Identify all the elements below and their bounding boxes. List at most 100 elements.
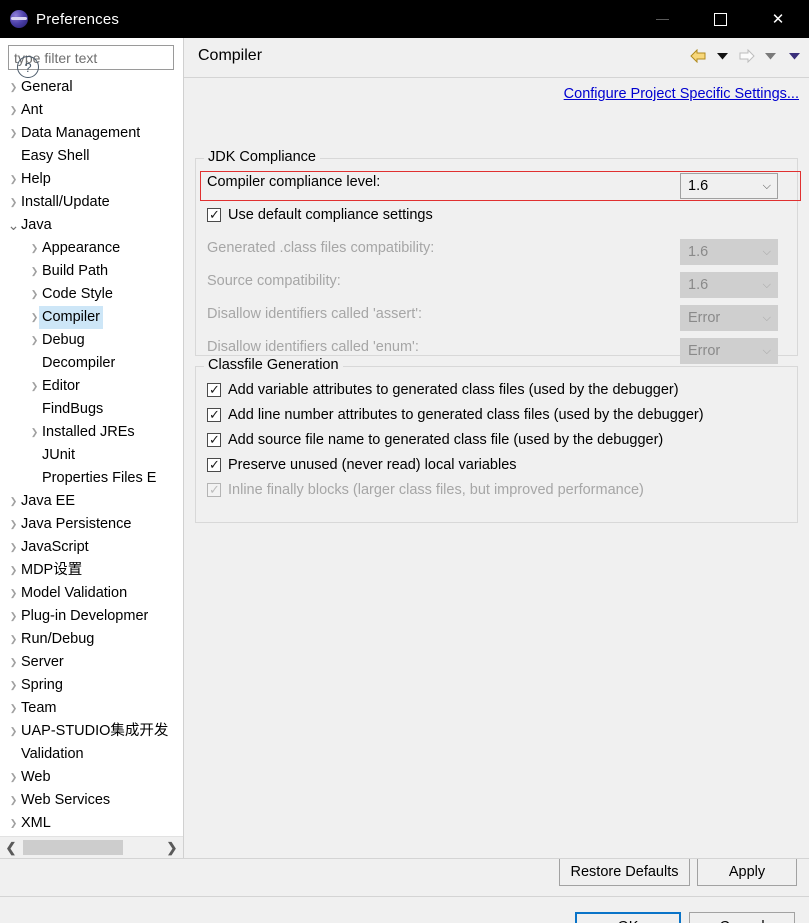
chevron-right-icon[interactable]: ❯ — [6, 605, 21, 628]
chevron-right-icon[interactable]: ❯ — [6, 628, 21, 651]
sidebar-item-compiler[interactable]: ❯ Compiler — [0, 306, 183, 329]
classfile-option-row[interactable]: ✓ Add source file name to generated class… — [207, 427, 663, 452]
sidebar-item-appearance[interactable]: ❯ Appearance — [0, 237, 183, 260]
sidebar-item-mdp[interactable]: ❯ MDP设置 — [0, 559, 183, 582]
help-question-mark-icon[interactable]: ? — [17, 56, 39, 78]
jdk-detail-dropdown: Error ⌵ — [680, 338, 778, 364]
ok-button[interactable]: OK — [575, 912, 681, 923]
sidebar-item-label: MDP设置 — [21, 562, 83, 578]
scroll-left-arrow-icon[interactable]: ❮ — [0, 837, 22, 859]
chevron-right-icon[interactable]: ❯ — [27, 237, 42, 260]
preferences-tree[interactable]: ❯ General ❯ Ant ❯ Data Management Easy Shell ❯ H… — [0, 76, 183, 828]
scrollbar-track[interactable] — [123, 837, 161, 859]
chevron-right-icon[interactable]: ❯ — [6, 674, 21, 697]
compiler-compliance-level-dropdown[interactable]: 1.6 ⌵ — [680, 173, 778, 199]
sidebar-item-installed-jres[interactable]: ❯ Installed JREs — [0, 421, 183, 444]
classfile-option-label: Inline finally blocks (larger class file… — [228, 481, 644, 498]
chevron-right-icon[interactable]: ❯ — [6, 582, 21, 605]
sidebar-item-properties-files-e[interactable]: Properties Files E — [0, 467, 183, 490]
classfile-option-checkbox[interactable]: ✓ — [207, 432, 221, 447]
scrollbar-thumb[interactable] — [23, 840, 123, 855]
classfile-option-row: ✓ Inline finally blocks (larger class fil… — [207, 477, 644, 502]
sidebar-item-label: Validation — [21, 746, 84, 762]
classfile-option-checkbox[interactable]: ✓ — [207, 457, 221, 472]
classfile-option-row[interactable]: ✓ Preserve unused (never read) local vari… — [207, 452, 517, 477]
chevron-right-icon[interactable]: ❯ — [6, 76, 21, 99]
chevron-right-icon[interactable]: ❯ — [6, 99, 21, 122]
chevron-right-icon[interactable]: ❯ — [6, 490, 21, 513]
sidebar-item-web-services[interactable]: ❯ Web Services — [0, 789, 183, 812]
sidebar-item-validation[interactable]: Validation — [0, 743, 183, 766]
back-history-chevron-down-icon[interactable] — [714, 47, 731, 64]
jdk-detail-row: Generated .class files compatibility: 1.6… — [207, 233, 787, 265]
classfile-option-row[interactable]: ✓ Add line number attributes to generated… — [207, 402, 704, 427]
configure-project-specific-settings-link[interactable]: Configure Project Specific Settings... — [564, 86, 799, 102]
sidebar-item-java-persistence[interactable]: ❯ Java Persistence — [0, 513, 183, 536]
sidebar-item-editor[interactable]: ❯ Editor — [0, 375, 183, 398]
sidebar-item-easy-shell[interactable]: Easy Shell — [0, 145, 183, 168]
classfile-option-checkbox[interactable]: ✓ — [207, 382, 221, 397]
sidebar-item-general[interactable]: ❯ General — [0, 76, 183, 99]
forward-history-chevron-down-icon[interactable] — [762, 47, 779, 64]
chevron-right-icon[interactable]: ❯ — [6, 812, 21, 828]
chevron-down-icon[interactable]: ⌄ — [6, 214, 21, 237]
back-arrow-icon[interactable] — [690, 47, 707, 64]
apply-button[interactable]: Apply — [697, 858, 797, 886]
scroll-right-arrow-icon[interactable]: ❯ — [161, 837, 183, 859]
sidebar-item-web[interactable]: ❯ Web — [0, 766, 183, 789]
chevron-right-icon[interactable]: ❯ — [6, 559, 21, 582]
sidebar-item-model-validation[interactable]: ❯ Model Validation — [0, 582, 183, 605]
page-navigation-toolbar[interactable] — [690, 47, 803, 64]
tree-horizontal-scrollbar[interactable]: ❮ ❯ — [0, 836, 183, 858]
chevron-right-icon[interactable]: ❯ — [27, 283, 42, 306]
chevron-right-icon[interactable]: ❯ — [27, 260, 42, 283]
sidebar-item-plug-in-developmer[interactable]: ❯ Plug-in Developmer — [0, 605, 183, 628]
close-icon: ✕ — [771, 10, 785, 28]
cancel-button[interactable]: Cancel — [689, 912, 795, 923]
chevron-right-icon[interactable]: ❯ — [6, 513, 21, 536]
minimize-button[interactable] — [639, 0, 685, 38]
classfile-option-checkbox[interactable]: ✓ — [207, 407, 221, 422]
chevron-right-icon[interactable]: ❯ — [6, 168, 21, 191]
chevron-right-icon[interactable]: ❯ — [27, 329, 42, 352]
sidebar-item-java-ee[interactable]: ❯ Java EE — [0, 490, 183, 513]
sidebar-item-spring[interactable]: ❯ Spring — [0, 674, 183, 697]
chevron-right-icon[interactable]: ❯ — [6, 122, 21, 145]
checkmark-icon: ✓ — [209, 481, 220, 497]
chevron-right-icon[interactable]: ❯ — [27, 421, 42, 444]
sidebar-item-findbugs[interactable]: FindBugs — [0, 398, 183, 421]
chevron-right-icon[interactable]: ❯ — [6, 697, 21, 720]
sidebar-item-code-style[interactable]: ❯ Code Style — [0, 283, 183, 306]
sidebar-item-build-path[interactable]: ❯ Build Path — [0, 260, 183, 283]
sidebar-item-team[interactable]: ❯ Team — [0, 697, 183, 720]
sidebar-item-ant[interactable]: ❯ Ant — [0, 99, 183, 122]
restore-defaults-button[interactable]: Restore Defaults — [559, 858, 690, 886]
sidebar-item-java[interactable]: ⌄ Java — [0, 214, 183, 237]
close-button[interactable]: ✕ — [755, 0, 801, 38]
sidebar-item-xml[interactable]: ❯ XML — [0, 812, 183, 828]
chevron-right-icon[interactable]: ❯ — [6, 651, 21, 674]
sidebar-item-uap-studio[interactable]: ❯ UAP-STUDIO集成开发 — [0, 720, 183, 743]
sidebar-item-debug[interactable]: ❯ Debug — [0, 329, 183, 352]
sidebar-item-decompiler[interactable]: Decompiler — [0, 352, 183, 375]
page-overflow-chevron-down-icon[interactable] — [786, 47, 803, 64]
chevron-right-icon[interactable]: ❯ — [27, 375, 42, 398]
use-default-compliance-settings-checkbox-row[interactable]: ✓ Use default compliance settings — [207, 202, 433, 227]
sidebar-item-help[interactable]: ❯ Help — [0, 168, 183, 191]
sidebar-item-server[interactable]: ❯ Server — [0, 651, 183, 674]
chevron-right-icon[interactable]: ❯ — [6, 720, 21, 743]
preference-page-panel: Compiler Configure Project Specific Sett… — [184, 38, 809, 886]
window-title: Preferences — [36, 10, 120, 28]
sidebar-item-run-debug[interactable]: ❯ Run/Debug — [0, 628, 183, 651]
maximize-button[interactable] — [697, 0, 743, 38]
use-default-compliance-settings-checkbox[interactable]: ✓ — [207, 207, 221, 222]
chevron-right-icon[interactable]: ❯ — [6, 766, 21, 789]
chevron-right-icon[interactable]: ❯ — [6, 789, 21, 812]
sidebar-item-junit[interactable]: JUnit — [0, 444, 183, 467]
classfile-option-row[interactable]: ✓ Add variable attributes to generated cl… — [207, 377, 679, 402]
chevron-right-icon[interactable]: ❯ — [6, 536, 21, 559]
sidebar-item-install-update[interactable]: ❯ Install/Update — [0, 191, 183, 214]
sidebar-item-javascript[interactable]: ❯ JavaScript — [0, 536, 183, 559]
sidebar-item-data-management[interactable]: ❯ Data Management — [0, 122, 183, 145]
chevron-right-icon[interactable]: ❯ — [6, 191, 21, 214]
